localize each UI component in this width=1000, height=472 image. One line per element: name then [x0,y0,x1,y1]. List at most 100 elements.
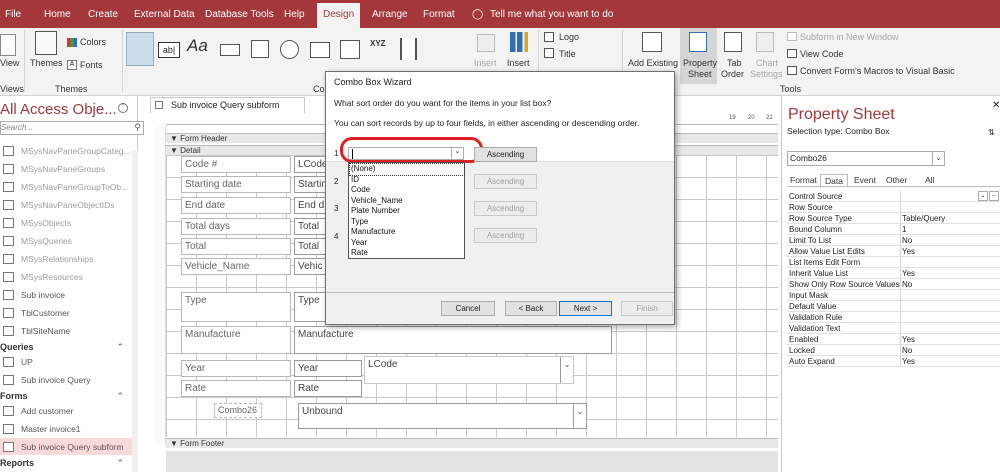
fonts-dropdown[interactable]: Fonts [80,60,103,70]
view-icon[interactable] [0,34,16,56]
property-row[interactable]: Row Source [787,202,1000,213]
nav-scrollbar[interactable] [132,150,138,472]
convert-macros-button[interactable]: Convert Form's Macros to Visual Basic [800,66,955,76]
property-row[interactable]: Input Mask [787,290,1000,301]
nav-group-reports[interactable]: Reports ⌃ [0,455,132,471]
label-combo26[interactable]: Combo26 [214,403,262,418]
label-type[interactable]: Type [181,292,291,322]
property-row[interactable]: Enabled Yes [787,334,1000,345]
nav-query-item[interactable]: UP [0,353,132,371]
chevron-down-icon[interactable]: ⌄ [560,357,573,383]
property-row[interactable]: Show Only Row Source Values No [787,279,1000,290]
chevron-down-icon[interactable]: ⌄ [978,191,988,201]
ps-tab-event[interactable]: Event [850,174,880,186]
tab-help[interactable]: Help [284,0,305,28]
dropdown-option[interactable]: Code [350,185,464,196]
cancel-button[interactable]: Cancel [441,301,495,316]
label-end-date[interactable]: End date [181,197,291,214]
title-button[interactable]: Title [559,49,576,59]
tab-external-data[interactable]: External Data [134,0,195,28]
chevron-down-icon[interactable]: ⌄ [932,152,944,165]
sort-4-ascending-button[interactable]: Ascending [474,228,537,243]
nav-table-item[interactable]: MSysNavPaneObjectIDs [0,196,132,214]
sort-1-ascending-button[interactable]: Ascending [474,147,537,162]
label-total-days[interactable]: Total days [181,218,291,235]
form-footer-band[interactable]: ▼ Form Footer [166,438,778,448]
tab-home[interactable]: Home [44,0,71,28]
chevron-down-icon[interactable]: ⌄ [573,404,586,428]
nav-form-item-selected[interactable]: Sub invoice Query subform [0,438,132,456]
label-total[interactable]: Total [181,238,291,255]
dropdown-option[interactable]: Rate [350,248,464,259]
tab-design[interactable]: Design [317,3,361,28]
themes-icon[interactable] [35,31,57,55]
nav-table-item[interactable]: MSysNavPaneGroups [0,160,132,178]
label-year[interactable]: Year [181,360,291,377]
property-row[interactable]: Row Source Type Table/Query [787,213,1000,224]
dropdown-option[interactable]: Vehicle_Name [350,196,464,207]
search-icon[interactable]: ⚲ [134,122,141,133]
button-control-icon[interactable] [220,44,240,56]
nav-table-item[interactable]: Sub invoice [0,286,132,304]
subform-new-window-button[interactable]: Subform in New Window [800,32,899,42]
property-row[interactable]: Bound Column 1 [787,224,1000,235]
tab-order-label-1[interactable]: Tab [727,58,742,69]
web-browser-icon[interactable] [310,42,330,58]
property-sheet-label-1[interactable]: Property [683,58,717,69]
tab-format[interactable]: Format [423,0,455,28]
field-rate[interactable]: Rate [294,380,362,397]
label-rate[interactable]: Rate [181,380,291,397]
select-pointer-icon[interactable] [126,32,154,66]
tab-file[interactable]: File [5,0,21,28]
property-row[interactable]: Allow Value List Edits Yes [787,246,1000,257]
label-control-icon[interactable]: Aa [187,37,208,54]
nav-menu-chevron-icon[interactable]: ˇ [118,103,128,113]
chart-settings-label-1[interactable]: Chart [756,58,778,69]
insert-image-button[interactable]: Insert [474,58,497,69]
nav-table-item[interactable]: MSysNavPaneGroupCateg... [0,142,132,160]
sort-icon[interactable]: ⇅ [988,128,995,137]
nav-table-item[interactable]: MSysNavPaneGroupToOb... [0,178,132,196]
label-manufacture[interactable]: Manufacture [181,326,291,354]
property-row[interactable]: Locked No [787,345,1000,356]
tab-create[interactable]: Create [88,0,118,28]
add-existing-fields-button[interactable]: Add Existing [628,58,678,69]
document-tab[interactable]: Sub invoice Query subform [150,97,305,113]
option-group-icon[interactable]: XYZ [370,38,386,49]
sort-2-ascending-button[interactable]: Ascending [474,174,537,189]
nav-table-item[interactable]: MSysResources [0,268,132,286]
tab-control-icon[interactable] [251,40,269,58]
nav-table-item[interactable]: MSysObjects [0,214,132,232]
property-row[interactable]: Inherit Value List Yes [787,268,1000,279]
tab-database-tools[interactable]: Database Tools [205,0,274,28]
ps-tab-data[interactable]: Data [820,174,848,186]
property-row[interactable]: Validation Rule [787,312,1000,323]
dropdown-option[interactable]: Year [350,238,464,249]
ps-tab-other[interactable]: Other [882,174,911,186]
nav-query-item[interactable]: Sub invoice Query [0,371,132,389]
builder-ellipsis-icon[interactable]: ... [989,191,999,201]
back-button[interactable]: < Back [505,301,557,316]
dropdown-option[interactable]: ID [350,175,464,186]
page-break-icon[interactable] [400,38,417,60]
tab-order-label-2[interactable]: Order [721,69,744,80]
tab-arrange[interactable]: Arrange [372,0,408,28]
dropdown-option[interactable]: Manufacture [350,227,464,238]
logo-button[interactable]: Logo [559,32,579,42]
property-row[interactable]: Validation Text [787,323,1000,334]
nav-pane-title[interactable]: All Access Obje... [0,101,117,118]
tell-me-search[interactable]: ◯ Tell me what you want to do [472,0,613,28]
object-selector[interactable]: Combo26 ⌄ [787,151,945,166]
ps-tab-format[interactable]: Format [786,174,821,186]
property-row[interactable]: Auto Expand Yes [787,356,1000,367]
finish-button[interactable]: Finish [621,301,673,316]
wizard-titlebar[interactable]: Combo Box Wizard [326,72,674,92]
next-button[interactable]: Next > [559,301,612,316]
combo-lcode[interactable]: LCode ⌄ [364,356,574,384]
dropdown-option[interactable]: (None) [349,163,465,176]
field-year[interactable]: Year [294,360,362,377]
textbox-control-icon[interactable]: ab| [158,42,180,58]
nav-table-item[interactable]: MSysQueries [0,232,132,250]
property-row[interactable]: Default Value [787,301,1000,312]
themes-button[interactable]: Themes [30,58,63,69]
